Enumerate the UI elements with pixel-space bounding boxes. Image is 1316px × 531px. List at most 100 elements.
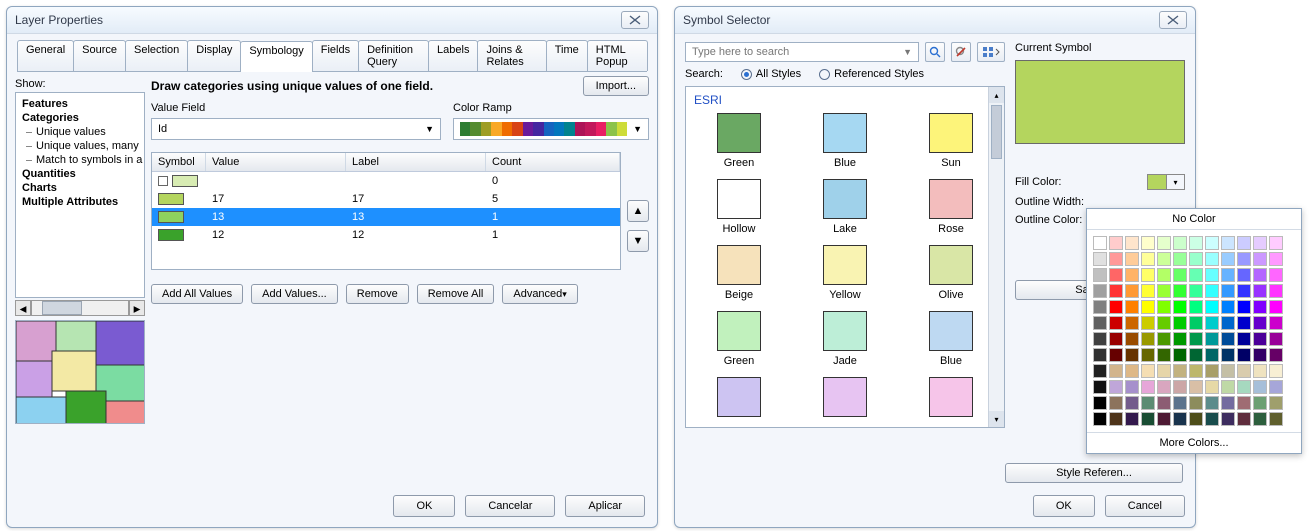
- palette-color[interactable]: [1237, 396, 1251, 410]
- apply-button[interactable]: Aplicar: [565, 495, 645, 517]
- no-color-option[interactable]: No Color: [1087, 209, 1301, 230]
- symbol-item[interactable]: Sun: [906, 113, 996, 169]
- palette-color[interactable]: [1205, 364, 1219, 378]
- palette-color[interactable]: [1141, 364, 1155, 378]
- palette-color[interactable]: [1253, 332, 1267, 346]
- palette-color[interactable]: [1125, 412, 1139, 426]
- palette-color[interactable]: [1093, 316, 1107, 330]
- col-value[interactable]: Value: [206, 153, 346, 171]
- palette-color[interactable]: [1141, 412, 1155, 426]
- palette-color[interactable]: [1269, 284, 1283, 298]
- symbol-item[interactable]: Beige: [694, 245, 784, 301]
- palette-color[interactable]: [1125, 284, 1139, 298]
- palette-color[interactable]: [1173, 380, 1187, 394]
- vertical-scrollbar[interactable]: ▴▾: [988, 87, 1004, 427]
- palette-color[interactable]: [1141, 268, 1155, 282]
- palette-color[interactable]: [1157, 316, 1171, 330]
- palette-color[interactable]: [1157, 396, 1171, 410]
- symbol-item[interactable]: Rose: [906, 179, 996, 235]
- palette-color[interactable]: [1269, 412, 1283, 426]
- palette-color[interactable]: [1253, 316, 1267, 330]
- palette-color[interactable]: [1125, 396, 1139, 410]
- cancel-button[interactable]: Cancel: [1105, 495, 1185, 517]
- tab-time[interactable]: Time: [546, 40, 588, 71]
- palette-color[interactable]: [1109, 348, 1123, 362]
- palette-color[interactable]: [1205, 332, 1219, 346]
- palette-color[interactable]: [1173, 252, 1187, 266]
- palette-color[interactable]: [1093, 380, 1107, 394]
- palette-color[interactable]: [1157, 380, 1171, 394]
- table-row[interactable]: 13131: [152, 208, 620, 226]
- palette-color[interactable]: [1205, 412, 1219, 426]
- palette-color[interactable]: [1269, 252, 1283, 266]
- palette-color[interactable]: [1269, 348, 1283, 362]
- palette-color[interactable]: [1221, 300, 1235, 314]
- palette-color[interactable]: [1173, 364, 1187, 378]
- remove-all-button[interactable]: Remove All: [417, 284, 495, 304]
- symbol-swatch[interactable]: [172, 175, 198, 187]
- tab-joins-relates[interactable]: Joins & Relates: [477, 40, 546, 71]
- palette-color[interactable]: [1157, 252, 1171, 266]
- palette-color[interactable]: [1237, 300, 1251, 314]
- palette-color[interactable]: [1125, 316, 1139, 330]
- close-icon[interactable]: [1159, 11, 1187, 29]
- palette-color[interactable]: [1253, 380, 1267, 394]
- palette-color[interactable]: [1157, 284, 1171, 298]
- palette-color[interactable]: [1205, 380, 1219, 394]
- palette-color[interactable]: [1189, 332, 1203, 346]
- tree-horizontal-scrollbar[interactable]: ◂ ▸: [15, 300, 145, 316]
- palette-color[interactable]: [1093, 284, 1107, 298]
- symbol-item[interactable]: [800, 377, 890, 421]
- palette-color[interactable]: [1205, 300, 1219, 314]
- palette-color[interactable]: [1141, 396, 1155, 410]
- symbol-item[interactable]: Blue: [800, 113, 890, 169]
- symbol-item[interactable]: [694, 377, 784, 421]
- palette-color[interactable]: [1253, 268, 1267, 282]
- palette-color[interactable]: [1221, 364, 1235, 378]
- import-button[interactable]: Import...: [583, 76, 649, 96]
- palette-color[interactable]: [1205, 236, 1219, 250]
- palette-color[interactable]: [1253, 348, 1267, 362]
- palette-color[interactable]: [1093, 332, 1107, 346]
- palette-color[interactable]: [1173, 412, 1187, 426]
- palette-color[interactable]: [1173, 348, 1187, 362]
- palette-color[interactable]: [1269, 268, 1283, 282]
- palette-color[interactable]: [1237, 252, 1251, 266]
- tree-item-quantities[interactable]: Quantities: [18, 167, 142, 181]
- palette-color[interactable]: [1125, 236, 1139, 250]
- symbol-swatch[interactable]: [158, 211, 184, 223]
- palette-color[interactable]: [1269, 300, 1283, 314]
- palette-color[interactable]: [1237, 268, 1251, 282]
- palette-color[interactable]: [1125, 348, 1139, 362]
- palette-color[interactable]: [1189, 380, 1203, 394]
- palette-color[interactable]: [1157, 300, 1171, 314]
- tab-general[interactable]: General: [17, 40, 74, 71]
- palette-color[interactable]: [1269, 332, 1283, 346]
- palette-color[interactable]: [1189, 252, 1203, 266]
- palette-color[interactable]: [1173, 396, 1187, 410]
- palette-color[interactable]: [1253, 364, 1267, 378]
- palette-color[interactable]: [1189, 268, 1203, 282]
- palette-color[interactable]: [1109, 268, 1123, 282]
- palette-color[interactable]: [1109, 252, 1123, 266]
- palette-color[interactable]: [1109, 316, 1123, 330]
- palette-color[interactable]: [1237, 412, 1251, 426]
- reset-search-icon[interactable]: [951, 42, 971, 62]
- palette-color[interactable]: [1173, 316, 1187, 330]
- palette-color[interactable]: [1125, 364, 1139, 378]
- palette-color[interactable]: [1205, 396, 1219, 410]
- tab-symbology[interactable]: Symbology: [240, 41, 312, 72]
- palette-color[interactable]: [1237, 348, 1251, 362]
- palette-color[interactable]: [1189, 284, 1203, 298]
- advanced-button[interactable]: Advanced: [502, 284, 577, 304]
- palette-color[interactable]: [1125, 268, 1139, 282]
- symbology-type-tree[interactable]: Features Categories Unique values Unique…: [15, 92, 145, 298]
- palette-color[interactable]: [1269, 236, 1283, 250]
- palette-color[interactable]: [1109, 332, 1123, 346]
- tab-definition-query[interactable]: Definition Query: [358, 40, 429, 71]
- palette-color[interactable]: [1109, 364, 1123, 378]
- tab-selection[interactable]: Selection: [125, 40, 188, 71]
- palette-color[interactable]: [1269, 380, 1283, 394]
- palette-color[interactable]: [1141, 380, 1155, 394]
- tree-item-multiple-attributes[interactable]: Multiple Attributes: [18, 195, 142, 209]
